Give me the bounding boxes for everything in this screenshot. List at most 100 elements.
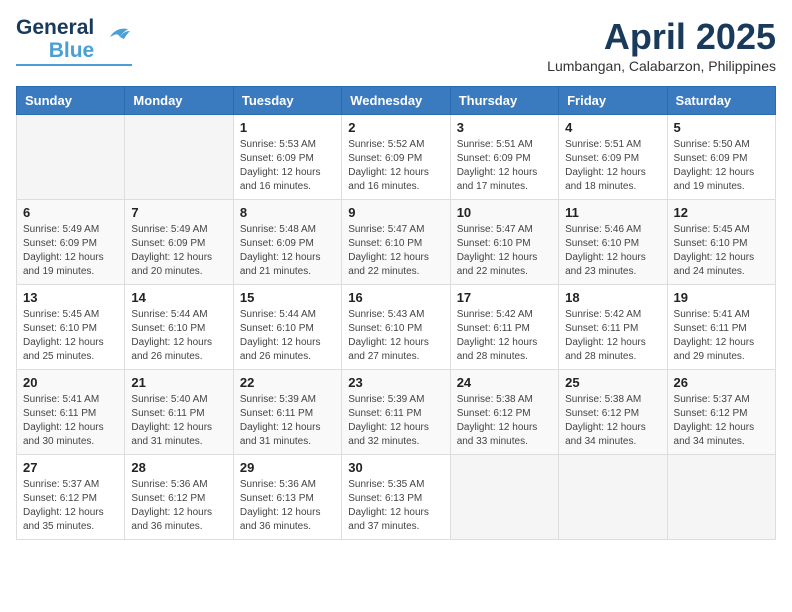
day-number: 10 bbox=[457, 205, 552, 220]
logo-general: General bbox=[16, 16, 94, 39]
logo-blue: Blue bbox=[49, 39, 95, 62]
cell-sunrise-sunset-daylight: Sunrise: 5:47 AMSunset: 6:10 PMDaylight:… bbox=[348, 223, 443, 279]
cell-sunrise-sunset-daylight: Sunrise: 5:52 AMSunset: 6:09 PMDaylight:… bbox=[348, 138, 443, 194]
day-number: 14 bbox=[131, 290, 226, 305]
calendar-cell: 26 Sunrise: 5:37 AMSunset: 6:12 PMDayligh… bbox=[667, 370, 775, 455]
day-number: 13 bbox=[23, 290, 118, 305]
day-number: 17 bbox=[457, 290, 552, 305]
calendar-cell: 18 Sunrise: 5:42 AMSunset: 6:11 PMDayligh… bbox=[559, 285, 667, 370]
day-number: 25 bbox=[565, 375, 660, 390]
calendar-cell: 23 Sunrise: 5:39 AMSunset: 6:11 PMDayligh… bbox=[342, 370, 450, 455]
calendar-table: SundayMondayTuesdayWednesdayThursdayFrid… bbox=[16, 86, 776, 540]
day-number: 8 bbox=[240, 205, 335, 220]
calendar-cell: 14Sunrise: 5:44 AMSunset: 6:10 PMDayligh… bbox=[125, 285, 233, 370]
day-number: 30 bbox=[348, 460, 443, 475]
cell-sunrise-sunset-daylight: Sunrise: 5:39 AMSunset: 6:11 PMDaylight:… bbox=[348, 393, 443, 449]
day-number: 5 bbox=[674, 120, 769, 135]
calendar-cell: 16 Sunrise: 5:43 AMSunset: 6:10 PMDayligh… bbox=[342, 285, 450, 370]
cell-sunrise-sunset-daylight: Sunrise: 5:45 AMSunset: 6:10 PMDaylight:… bbox=[23, 308, 118, 364]
day-number: 11 bbox=[565, 205, 660, 220]
day-number: 27 bbox=[23, 460, 118, 475]
logo: General Blue bbox=[16, 16, 132, 66]
calendar-cell bbox=[667, 455, 775, 540]
calendar-cell: 12 Sunrise: 5:45 AMSunset: 6:10 PMDayligh… bbox=[667, 200, 775, 285]
calendar-cell: 22 Sunrise: 5:39 AMSunset: 6:11 PMDayligh… bbox=[233, 370, 341, 455]
cell-sunrise-sunset-daylight: Sunrise: 5:36 AMSunset: 6:12 PMDaylight:… bbox=[131, 478, 226, 534]
cell-sunrise-sunset-daylight: Sunrise: 5:42 AMSunset: 6:11 PMDaylight:… bbox=[457, 308, 552, 364]
calendar-cell: 9 Sunrise: 5:47 AMSunset: 6:10 PMDaylight… bbox=[342, 200, 450, 285]
day-number: 2 bbox=[348, 120, 443, 135]
day-number: 29 bbox=[240, 460, 335, 475]
calendar-cell: 8 Sunrise: 5:48 AMSunset: 6:09 PMDaylight… bbox=[233, 200, 341, 285]
cell-sunrise-sunset-daylight: Sunrise: 5:44 AMSunset: 6:10 PMDaylight:… bbox=[240, 308, 335, 364]
weekday-header-sunday: Sunday bbox=[17, 87, 125, 115]
calendar-cell bbox=[17, 115, 125, 200]
calendar-cell: 19Sunrise: 5:41 AMSunset: 6:11 PMDayligh… bbox=[667, 285, 775, 370]
cell-sunrise-sunset-daylight: Sunrise: 5:36 AMSunset: 6:13 PMDaylight:… bbox=[240, 478, 335, 534]
calendar-cell: 2 Sunrise: 5:52 AMSunset: 6:09 PMDaylight… bbox=[342, 115, 450, 200]
calendar-cell: 17 Sunrise: 5:42 AMSunset: 6:11 PMDayligh… bbox=[450, 285, 558, 370]
cell-sunrise-sunset-daylight: Sunrise: 5:37 AMSunset: 6:12 PMDaylight:… bbox=[674, 393, 769, 449]
month-title: April 2025 bbox=[547, 16, 776, 58]
day-number: 18 bbox=[565, 290, 660, 305]
cell-sunrise-sunset-daylight: Sunrise: 5:40 AMSunset: 6:11 PMDaylight:… bbox=[131, 393, 226, 449]
week-row-4: 20 Sunrise: 5:41 AMSunset: 6:11 PMDayligh… bbox=[17, 370, 776, 455]
day-number: 9 bbox=[348, 205, 443, 220]
day-number: 28 bbox=[131, 460, 226, 475]
cell-sunrise-sunset-daylight: Sunrise: 5:50 AMSunset: 6:09 PMDaylight:… bbox=[674, 138, 769, 194]
calendar-cell: 4 Sunrise: 5:51 AMSunset: 6:09 PMDaylight… bbox=[559, 115, 667, 200]
weekday-header-row: SundayMondayTuesdayWednesdayThursdayFrid… bbox=[17, 87, 776, 115]
cell-sunrise-sunset-daylight: Sunrise: 5:37 AMSunset: 6:12 PMDaylight:… bbox=[23, 478, 118, 534]
cell-sunrise-sunset-daylight: Sunrise: 5:51 AMSunset: 6:09 PMDaylight:… bbox=[457, 138, 552, 194]
day-number: 24 bbox=[457, 375, 552, 390]
cell-sunrise-sunset-daylight: Sunrise: 5:39 AMSunset: 6:11 PMDaylight:… bbox=[240, 393, 335, 449]
cell-sunrise-sunset-daylight: Sunrise: 5:48 AMSunset: 6:09 PMDaylight:… bbox=[240, 223, 335, 279]
calendar-cell: 10Sunrise: 5:47 AMSunset: 6:10 PMDayligh… bbox=[450, 200, 558, 285]
day-number: 6 bbox=[23, 205, 118, 220]
title-area: April 2025 Lumbangan, Calabarzon, Philip… bbox=[547, 16, 776, 74]
week-row-5: 27 Sunrise: 5:37 AMSunset: 6:12 PMDayligh… bbox=[17, 455, 776, 540]
cell-sunrise-sunset-daylight: Sunrise: 5:43 AMSunset: 6:10 PMDaylight:… bbox=[348, 308, 443, 364]
cell-sunrise-sunset-daylight: Sunrise: 5:35 AMSunset: 6:13 PMDaylight:… bbox=[348, 478, 443, 534]
calendar-cell: 27 Sunrise: 5:37 AMSunset: 6:12 PMDayligh… bbox=[17, 455, 125, 540]
logo-bird-icon bbox=[100, 23, 132, 56]
calendar-cell: 30 Sunrise: 5:35 AMSunset: 6:13 PMDayligh… bbox=[342, 455, 450, 540]
calendar-cell: 6 Sunrise: 5:49 AMSunset: 6:09 PMDaylight… bbox=[17, 200, 125, 285]
logo-divider bbox=[16, 64, 132, 66]
cell-sunrise-sunset-daylight: Sunrise: 5:41 AMSunset: 6:11 PMDaylight:… bbox=[674, 308, 769, 364]
day-number: 16 bbox=[348, 290, 443, 305]
day-number: 12 bbox=[674, 205, 769, 220]
cell-sunrise-sunset-daylight: Sunrise: 5:51 AMSunset: 6:09 PMDaylight:… bbox=[565, 138, 660, 194]
calendar-cell: 28 Sunrise: 5:36 AMSunset: 6:12 PMDayligh… bbox=[125, 455, 233, 540]
weekday-header-monday: Monday bbox=[125, 87, 233, 115]
day-number: 20 bbox=[23, 375, 118, 390]
cell-sunrise-sunset-daylight: Sunrise: 5:41 AMSunset: 6:11 PMDaylight:… bbox=[23, 393, 118, 449]
day-number: 3 bbox=[457, 120, 552, 135]
cell-sunrise-sunset-daylight: Sunrise: 5:46 AMSunset: 6:10 PMDaylight:… bbox=[565, 223, 660, 279]
day-number: 26 bbox=[674, 375, 769, 390]
cell-sunrise-sunset-daylight: Sunrise: 5:45 AMSunset: 6:10 PMDaylight:… bbox=[674, 223, 769, 279]
weekday-header-saturday: Saturday bbox=[667, 87, 775, 115]
weekday-header-wednesday: Wednesday bbox=[342, 87, 450, 115]
weekday-header-tuesday: Tuesday bbox=[233, 87, 341, 115]
calendar-cell bbox=[450, 455, 558, 540]
cell-sunrise-sunset-daylight: Sunrise: 5:49 AMSunset: 6:09 PMDaylight:… bbox=[131, 223, 226, 279]
day-number: 21 bbox=[131, 375, 226, 390]
cell-sunrise-sunset-daylight: Sunrise: 5:42 AMSunset: 6:11 PMDaylight:… bbox=[565, 308, 660, 364]
calendar-cell: 15 Sunrise: 5:44 AMSunset: 6:10 PMDayligh… bbox=[233, 285, 341, 370]
calendar-cell: 11 Sunrise: 5:46 AMSunset: 6:10 PMDayligh… bbox=[559, 200, 667, 285]
calendar-cell: 1Sunrise: 5:53 AMSunset: 6:09 PMDaylight… bbox=[233, 115, 341, 200]
calendar-cell: 29 Sunrise: 5:36 AMSunset: 6:13 PMDayligh… bbox=[233, 455, 341, 540]
weekday-header-friday: Friday bbox=[559, 87, 667, 115]
day-number: 15 bbox=[240, 290, 335, 305]
cell-sunrise-sunset-daylight: Sunrise: 5:49 AMSunset: 6:09 PMDaylight:… bbox=[23, 223, 118, 279]
weekday-header-thursday: Thursday bbox=[450, 87, 558, 115]
calendar-cell: 21 Sunrise: 5:40 AMSunset: 6:11 PMDayligh… bbox=[125, 370, 233, 455]
calendar-cell bbox=[559, 455, 667, 540]
week-row-1: 1Sunrise: 5:53 AMSunset: 6:09 PMDaylight… bbox=[17, 115, 776, 200]
day-number: 7 bbox=[131, 205, 226, 220]
day-number: 22 bbox=[240, 375, 335, 390]
page-header: General Blue April 2025 Lumbangan, Calab… bbox=[16, 16, 776, 74]
day-number: 23 bbox=[348, 375, 443, 390]
day-number: 4 bbox=[565, 120, 660, 135]
